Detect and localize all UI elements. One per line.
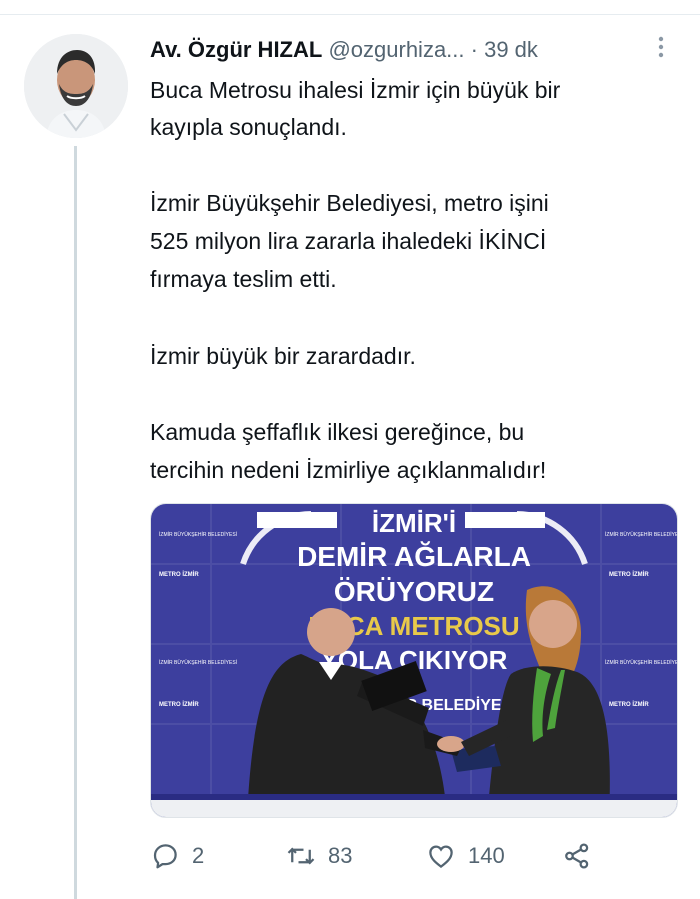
heart-icon — [429, 845, 453, 869]
logo-text-mid-right: İZMİR BÜYÜKŞEHİR BELEDİYESİ — [605, 659, 677, 666]
tweet-media-image[interactable]: İZMİR BÜYÜKŞEHİR BELEDİYESİ İZMİR BÜYÜKŞ… — [150, 503, 678, 818]
banner-line-3: ÖRÜYORUZ — [334, 576, 494, 607]
banner-line-2: DEMİR AĞLARLA — [297, 541, 531, 572]
tweet-text-line: tercihin nedeni İzmirliye açıklanmalıdır… — [150, 457, 547, 483]
tweet-header: Av. Özgür HIZAL @ozgurhiza... · 39 dk — [150, 36, 690, 66]
logo-text-top-right: İZMİR BÜYÜKŞEHİR BELEDİYESİ — [605, 531, 677, 538]
tweet-text-line: Kamuda şeffaflık ilkesi gereğince, bu — [150, 419, 525, 445]
timestamp[interactable]: 39 dk — [484, 37, 538, 62]
share-button[interactable] — [562, 838, 592, 874]
like-button[interactable]: 140 — [426, 838, 505, 874]
reply-button[interactable]: 2 — [150, 838, 204, 874]
retweet-count: 83 — [328, 843, 353, 868]
tweet-actions: 2 83 140 — [150, 838, 670, 874]
tweet-text-line: İzmir Büyükşehir Belediyesi, metro işini — [150, 190, 549, 216]
author-handle[interactable]: @ozgurhiza... — [328, 37, 464, 62]
retweet-icon — [287, 847, 315, 865]
tweet-text-line: kayıpla sonuçlandı. — [150, 114, 347, 140]
metro-sign-right-2: METRO İZMİR — [609, 701, 649, 708]
tweet-text-line: fırmaya teslim etti. — [150, 266, 337, 292]
share-icon — [565, 843, 589, 869]
author-name[interactable]: Av. Özgür HIZAL — [150, 37, 322, 62]
tweet-text-line: 525 milyon lira zararla ihaledeki İKİNCİ — [150, 228, 547, 254]
retweet-button[interactable]: 83 — [286, 838, 352, 874]
metro-sign-left-1: METRO İZMİR — [159, 571, 199, 578]
logo-text-top-left: İZMİR BÜYÜKŞEHİR BELEDİYESİ — [159, 531, 237, 538]
thread-line — [74, 146, 77, 899]
like-count: 140 — [468, 843, 505, 868]
reply-count: 2 — [192, 843, 205, 868]
banner-line-1: İZMİR'İ — [372, 508, 456, 538]
top-divider — [0, 14, 700, 15]
avatar[interactable] — [24, 34, 128, 138]
metro-sign-right-1: METRO İZMİR — [609, 571, 649, 578]
reply-icon — [153, 844, 177, 869]
tweet-text-line: İzmir büyük bir zarardadır. — [150, 343, 416, 369]
metro-sign-left-2: METRO İZMİR — [159, 701, 199, 708]
more-options-icon[interactable] — [655, 34, 667, 62]
separator: · — [470, 37, 478, 62]
logo-text-mid-left: İZMİR BÜYÜKŞEHİR BELEDİYESİ — [159, 659, 237, 666]
tweet-text-line: Buca Metrosu ihalesi İzmir için büyük bi… — [150, 77, 561, 103]
